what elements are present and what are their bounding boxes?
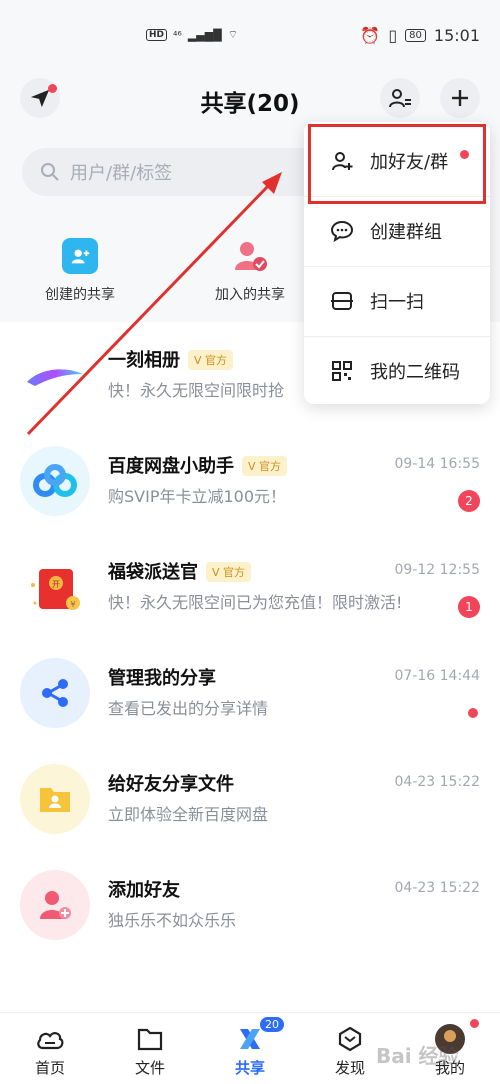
watermark: Bai 经验 [376,1044,459,1068]
menu-item-qr-code[interactable]: 我的二维码 [304,336,490,406]
menu-item-create-group[interactable]: 创建群组 [304,196,490,266]
tab-label: 共享 [234,1059,265,1077]
menu-item-label: 扫一扫 [370,292,424,313]
share-tab-badge: 20 [260,1017,284,1032]
notification-dot [470,1019,479,1028]
qr-code-icon [332,361,352,381]
scan-icon [331,292,353,310]
cloud-icon [0,1023,100,1055]
tab-home[interactable]: 首页 [0,1023,100,1078]
folder-icon [100,1023,200,1055]
share-icon: 20 [200,1017,300,1055]
tab-share[interactable]: 20 共享 [200,1017,300,1078]
menu-item-label: 我的二维码 [370,362,460,383]
menu-item-label: 创建群组 [370,222,442,243]
tab-label: 首页 [34,1059,65,1077]
tab-files[interactable]: 文件 [100,1023,200,1078]
menu-item-scan[interactable]: 扫一扫 [304,266,490,336]
tab-label: 文件 [134,1059,165,1077]
highlight-box [308,124,486,204]
chat-bubble-icon [330,220,354,243]
